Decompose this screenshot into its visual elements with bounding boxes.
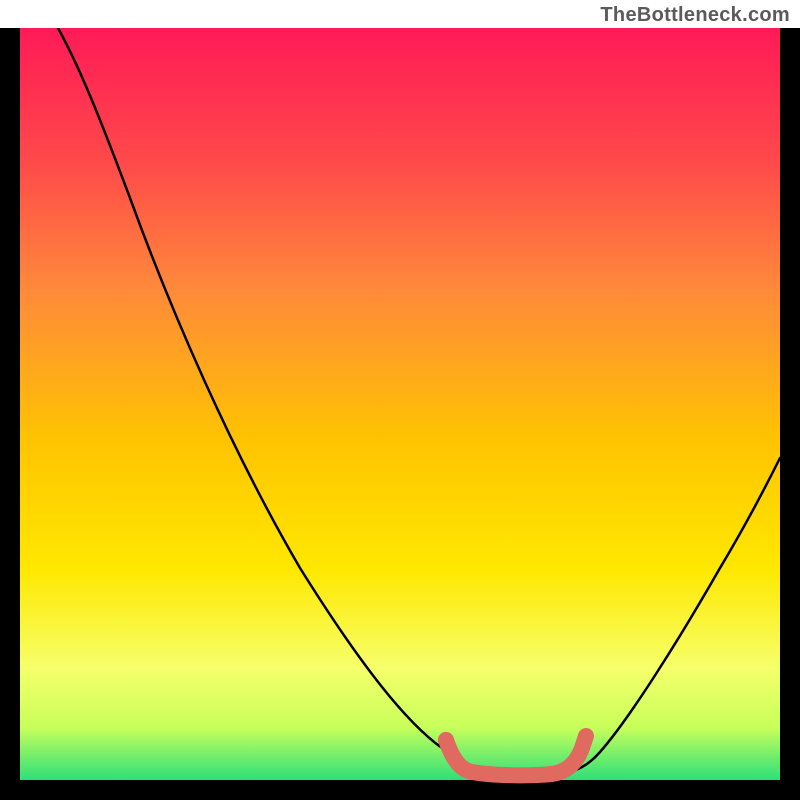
- attribution-text: TheBottleneck.com: [600, 4, 790, 27]
- optimal-region-dot: [438, 732, 454, 748]
- bottleneck-chart: [0, 28, 800, 800]
- gradient-background: [20, 28, 780, 780]
- chart-container: TheBottleneck.com: [0, 0, 800, 800]
- chart-svg: [0, 28, 800, 800]
- plot-area: [0, 28, 800, 800]
